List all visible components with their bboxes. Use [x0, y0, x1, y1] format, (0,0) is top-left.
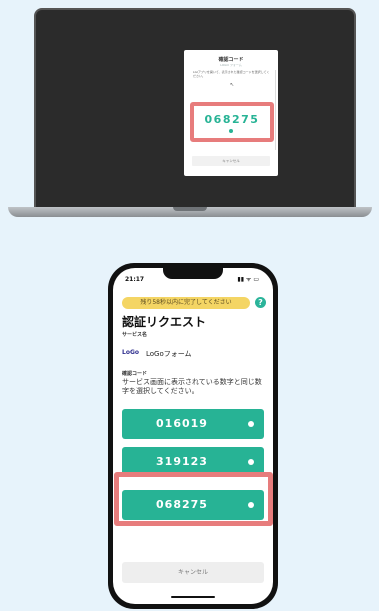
- mouse-cursor-icon: ↖: [230, 82, 235, 88]
- dialog-code: 068275: [204, 113, 260, 126]
- dialog-instruction: LGIアプリを開いて、表示された確認コードを選択してください。: [193, 70, 270, 78]
- radio-dot-icon: [248, 459, 254, 465]
- help-icon[interactable]: ?: [255, 297, 266, 308]
- dialog-code-highlight: 068275: [190, 102, 274, 142]
- status-icons: ▮▮ ᯤ ▭: [237, 276, 259, 283]
- laptop-hinge: [173, 207, 207, 211]
- code-choice-number: 016019: [156, 417, 208, 430]
- code-instruction: サービス画面に表示されている数字と同じ数字を選択してください。: [122, 378, 262, 395]
- phone-screen: 21:17 ▮▮ ᯤ ▭ 残り58秒以内に完了してください ? 認証リクエスト …: [113, 268, 273, 604]
- page-title: 認証リクエスト: [122, 315, 207, 329]
- dialog-code-dot: [229, 129, 233, 133]
- timer-banner: 残り58秒以内に完了してください: [122, 297, 250, 309]
- dialog-title: 確認コード: [218, 57, 244, 63]
- service-logo-icon: LoGo: [122, 349, 139, 356]
- phone-notch: [163, 268, 223, 279]
- dialog-scrollbar[interactable]: [275, 70, 276, 150]
- code-label: 確認コード: [122, 371, 148, 377]
- phone-frame: 21:17 ▮▮ ᯤ ▭ 残り58秒以内に完了してください ? 認証リクエスト …: [108, 263, 278, 609]
- selected-code-highlight: [114, 472, 273, 526]
- radio-dot-icon: [248, 421, 254, 427]
- status-time: 21:17: [125, 276, 145, 283]
- cancel-button[interactable]: キャンセル: [122, 562, 264, 583]
- verification-dialog: 確認コード LOGO フォーム LGIアプリを開いて、表示された確認コードを選択…: [184, 50, 278, 176]
- home-indicator: [171, 596, 215, 598]
- service-name: LoGoフォーム: [146, 350, 192, 358]
- dialog-subtitle: LOGO フォーム: [220, 63, 242, 67]
- code-choice-button[interactable]: 016019: [122, 409, 264, 439]
- service-name-label: サービス名: [122, 332, 148, 338]
- laptop-screen: 確認コード LOGO フォーム LGIアプリを開いて、表示された確認コードを選択…: [34, 8, 356, 209]
- dialog-cancel-button[interactable]: キャンセル: [192, 156, 270, 166]
